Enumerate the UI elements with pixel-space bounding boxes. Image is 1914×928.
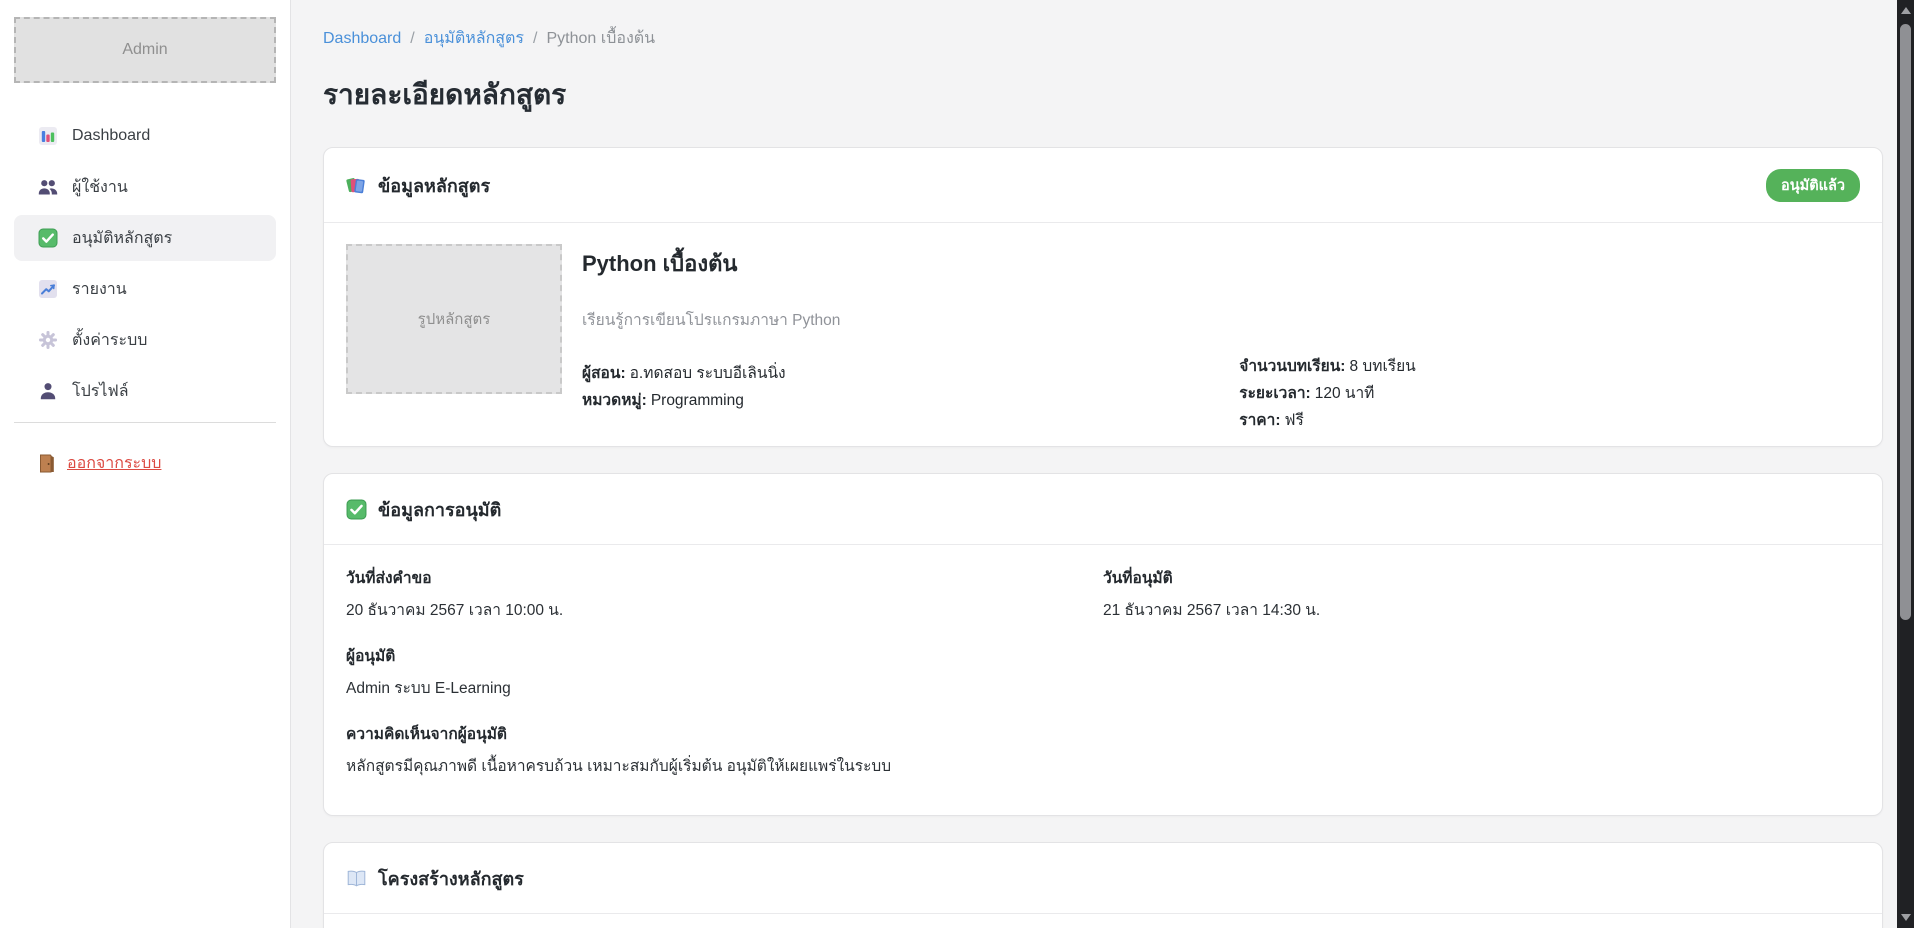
sidebar-item-profile[interactable]: โปรไฟล์ <box>14 368 276 414</box>
course-structure-card: โครงสร้างหลักสูตร <box>323 842 1883 928</box>
course-title: Python เบื้องต้น <box>582 246 1219 281</box>
approval-dates-row: วันที่ส่งคำขอ 20 ธันวาคม 2567 เวลา 10:00… <box>346 567 1860 645</box>
scroll-up-arrow[interactable] <box>1901 7 1911 14</box>
sidebar-item-reports[interactable]: รายงาน <box>14 266 276 312</box>
gear-icon <box>38 330 58 350</box>
course-lesson-count: จำนวนบทเรียน:8 บทเรียน <box>1239 353 1860 380</box>
sidebar: Admin Dashboard ผู้ใช้งาน อนุมัติหลักสูต… <box>0 0 291 928</box>
course-info-card: ข้อมูลหลักสูตร อนุมัติแล้ว รูปหลักสูตร P… <box>323 147 1883 447</box>
course-card-title: ข้อมูลหลักสูตร <box>378 171 490 200</box>
logout-link[interactable]: ออกจากระบบ <box>38 451 161 476</box>
course-card-body: รูปหลักสูตร Python เบื้องต้น เรียนรู้การ… <box>324 223 1882 446</box>
sidebar-menu: Dashboard ผู้ใช้งาน อนุมัติหลักสูตร รายง… <box>14 113 276 414</box>
sidebar-item-label: Dashboard <box>72 127 150 145</box>
check-square-icon <box>38 228 58 248</box>
approval-date-field: วันที่อนุมัติ 21 ธันวาคม 2567 เวลา 14:30… <box>1103 567 1860 645</box>
logout-label: ออกจากระบบ <box>67 451 161 476</box>
breadcrumb-link-course-approval[interactable]: อนุมัติหลักสูตร <box>424 26 524 51</box>
page-title: รายละเอียดหลักสูตร <box>323 73 1883 117</box>
course-instructor: ผู้สอน:อ.ทดสอบ ระบบอีเลินนิ่ง <box>582 360 1219 387</box>
approval-card-body: วันที่ส่งคำขอ 20 ธันวาคม 2567 เวลา 10:00… <box>324 545 1882 815</box>
sidebar-item-dashboard[interactable]: Dashboard <box>14 113 276 159</box>
approval-info-card: ข้อมูลการอนุมัติ วันที่ส่งคำขอ 20 ธันวาค… <box>323 473 1883 816</box>
status-badge: อนุมัติแล้ว <box>1766 169 1860 202</box>
course-duration: ระยะเวลา:120 นาที <box>1239 380 1860 407</box>
admin-logo-box: Admin <box>14 17 276 83</box>
books-icon <box>346 175 367 196</box>
course-image-placeholder-label: รูปหลักสูตร <box>418 307 491 331</box>
scroll-down-arrow[interactable] <box>1901 914 1911 921</box>
check-square-icon <box>346 499 367 520</box>
sidebar-item-users[interactable]: ผู้ใช้งาน <box>14 164 276 210</box>
approver-field: ผู้อนุมัติ Admin ระบบ E-Learning <box>346 645 1860 701</box>
breadcrumb: Dashboard / อนุมัติหลักสูตร / Python เบื… <box>323 26 1883 51</box>
approver-comment-field: ความคิดเห็นจากผู้อนุมัติ หลักสูตรมีคุณภา… <box>346 723 1860 779</box>
sidebar-item-course-approval[interactable]: อนุมัติหลักสูตร <box>14 215 276 261</box>
door-icon <box>38 454 55 473</box>
structure-card-header: โครงสร้างหลักสูตร <box>324 843 1882 914</box>
sidebar-item-label: ตั้งค่าระบบ <box>72 328 147 353</box>
open-book-icon <box>346 868 367 889</box>
scrollbar[interactable] <box>1897 0 1914 928</box>
breadcrumb-link-dashboard[interactable]: Dashboard <box>323 30 401 48</box>
bar-chart-icon <box>38 126 58 146</box>
breadcrumb-current-page: Python เบื้องต้น <box>546 26 655 51</box>
structure-card-body <box>324 914 1882 928</box>
approval-card-title: ข้อมูลการอนุมัติ <box>378 495 501 524</box>
sidebar-item-label: รายงาน <box>72 277 127 302</box>
course-image-placeholder: รูปหลักสูตร <box>346 244 562 394</box>
structure-card-title: โครงสร้างหลักสูตร <box>378 864 524 893</box>
main-content: Dashboard / อนุมัติหลักสูตร / Python เบื… <box>291 0 1914 928</box>
course-category: หมวดหมู่:Programming <box>582 387 1219 414</box>
sidebar-item-label: ผู้ใช้งาน <box>72 175 128 200</box>
course-info-column: Python เบื้องต้น เรียนรู้การเขียนโปรแกรม… <box>582 244 1219 434</box>
admin-label: Admin <box>122 41 167 59</box>
course-meta-right: จำนวนบทเรียน:8 บทเรียน ระยะเวลา:120 นาที… <box>1239 244 1860 434</box>
approval-card-header: ข้อมูลการอนุมัติ <box>324 474 1882 545</box>
sidebar-item-label: อนุมัติหลักสูตร <box>72 226 172 251</box>
scrollbar-thumb[interactable] <box>1900 24 1911 620</box>
users-icon <box>38 177 58 197</box>
sidebar-item-label: โปรไฟล์ <box>72 379 129 404</box>
trend-chart-icon <box>38 279 58 299</box>
course-meta-left: ผู้สอน:อ.ทดสอบ ระบบอีเลินนิ่ง หมวดหมู่:P… <box>582 360 1219 414</box>
course-price: ราคา:ฟรี <box>1239 407 1860 434</box>
sidebar-divider <box>14 422 276 423</box>
request-date-field: วันที่ส่งคำขอ 20 ธันวาคม 2567 เวลา 10:00… <box>346 567 1103 623</box>
breadcrumb-separator: / <box>410 30 414 48</box>
course-card-header: ข้อมูลหลักสูตร อนุมัติแล้ว <box>324 148 1882 223</box>
person-icon <box>38 381 58 401</box>
sidebar-item-settings[interactable]: ตั้งค่าระบบ <box>14 317 276 363</box>
course-description: เรียนรู้การเขียนโปรแกรมภาษา Python <box>582 307 1219 332</box>
breadcrumb-separator: / <box>533 30 537 48</box>
